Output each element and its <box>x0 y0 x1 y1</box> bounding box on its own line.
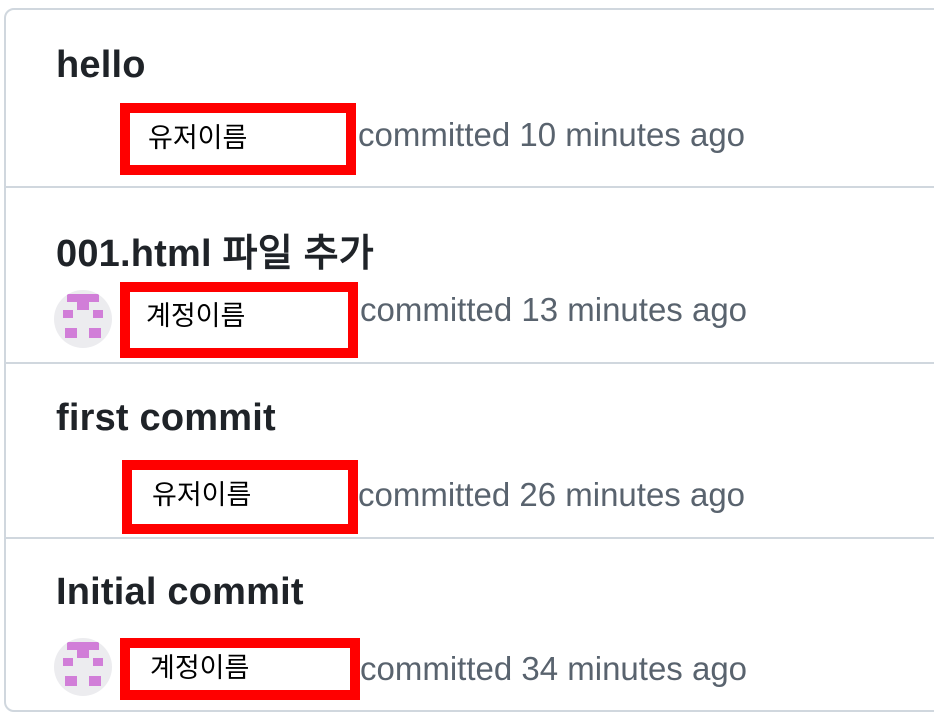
commit-time: committed 34 minutes ago <box>360 650 748 687</box>
author-name-redacted[interactable]: 계정이름 <box>120 282 358 358</box>
commit-title-link[interactable]: 001.html 파일 추가 <box>56 222 374 277</box>
author-name-redacted[interactable]: 유저이름 <box>122 460 358 534</box>
author-name-redacted[interactable]: 유저이름 <box>120 103 356 175</box>
commit-time: committed 26 minutes ago <box>358 476 746 513</box>
identicon-avatar-icon[interactable] <box>54 638 112 696</box>
commit-row: 001.html 파일 추가 계정이름 committed 13 minutes… <box>6 188 934 364</box>
commit-title-link[interactable]: first commit <box>56 397 276 440</box>
author-name-redacted[interactable]: 계정이름 <box>120 638 360 700</box>
commit-time: committed 10 minutes ago <box>358 116 746 153</box>
commit-row: first commit 유저이름 committed 26 minutes a… <box>6 364 934 539</box>
commit-row: Initial commit 계정이름 committed 34 minutes… <box>6 539 934 714</box>
commit-row: hello 유저이름 committed 10 minutes ago <box>6 10 934 188</box>
commit-title-link[interactable]: Initial commit <box>56 571 304 614</box>
commit-time: committed 13 minutes ago <box>360 291 748 328</box>
identicon-avatar-icon[interactable] <box>54 290 112 348</box>
commit-list: hello 유저이름 committed 10 minutes ago 001.… <box>4 8 934 712</box>
commit-title-link[interactable]: hello <box>56 44 146 87</box>
